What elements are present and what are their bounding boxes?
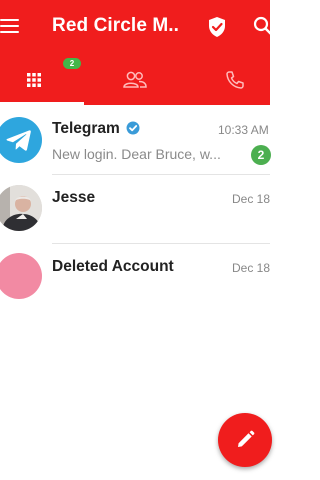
chat-preview: New login. Dear Bruce, w... [52, 146, 221, 162]
unread-count-badge: 2 [251, 145, 271, 165]
chat-name: Telegram [52, 120, 120, 137]
shield-check-icon[interactable] [207, 16, 227, 38]
tab-unread-badge: 2 [63, 58, 81, 69]
chat-row-jesse[interactable]: Jesse Dec 18 [0, 175, 270, 243]
active-tab-indicator [0, 102, 84, 105]
pencil-icon [238, 430, 255, 447]
compose-button[interactable] [218, 413, 272, 467]
grid-icon [27, 73, 41, 87]
chat-name: Deleted Account [52, 258, 174, 275]
tab-calls[interactable] [180, 54, 270, 105]
contacts-icon [123, 71, 147, 88]
phone-icon [226, 71, 244, 89]
tab-contacts[interactable] [90, 54, 180, 105]
verified-badge-icon [126, 121, 140, 135]
search-icon[interactable] [253, 16, 274, 37]
chat-time: Dec 18 [232, 261, 271, 275]
chat-time: 10:33 AM [218, 123, 269, 137]
user-photo-avatar [0, 185, 42, 231]
chat-name: Jesse [52, 189, 96, 206]
app-title: Red Circle M... [52, 15, 178, 36]
deleted-account-avatar [0, 253, 42, 299]
chat-time: Dec 18 [232, 192, 271, 206]
chat-row-deleted-account[interactable]: Deleted Account Dec 18 [0, 244, 270, 312]
tab-bar: 2 [0, 54, 270, 105]
menu-icon[interactable] [0, 17, 20, 35]
chat-row-telegram[interactable]: Telegram 10:33 AM New login. Dear Bruce,… [0, 106, 271, 174]
telegram-avatar [0, 117, 42, 163]
app-bar: Red Circle M... [0, 0, 274, 54]
